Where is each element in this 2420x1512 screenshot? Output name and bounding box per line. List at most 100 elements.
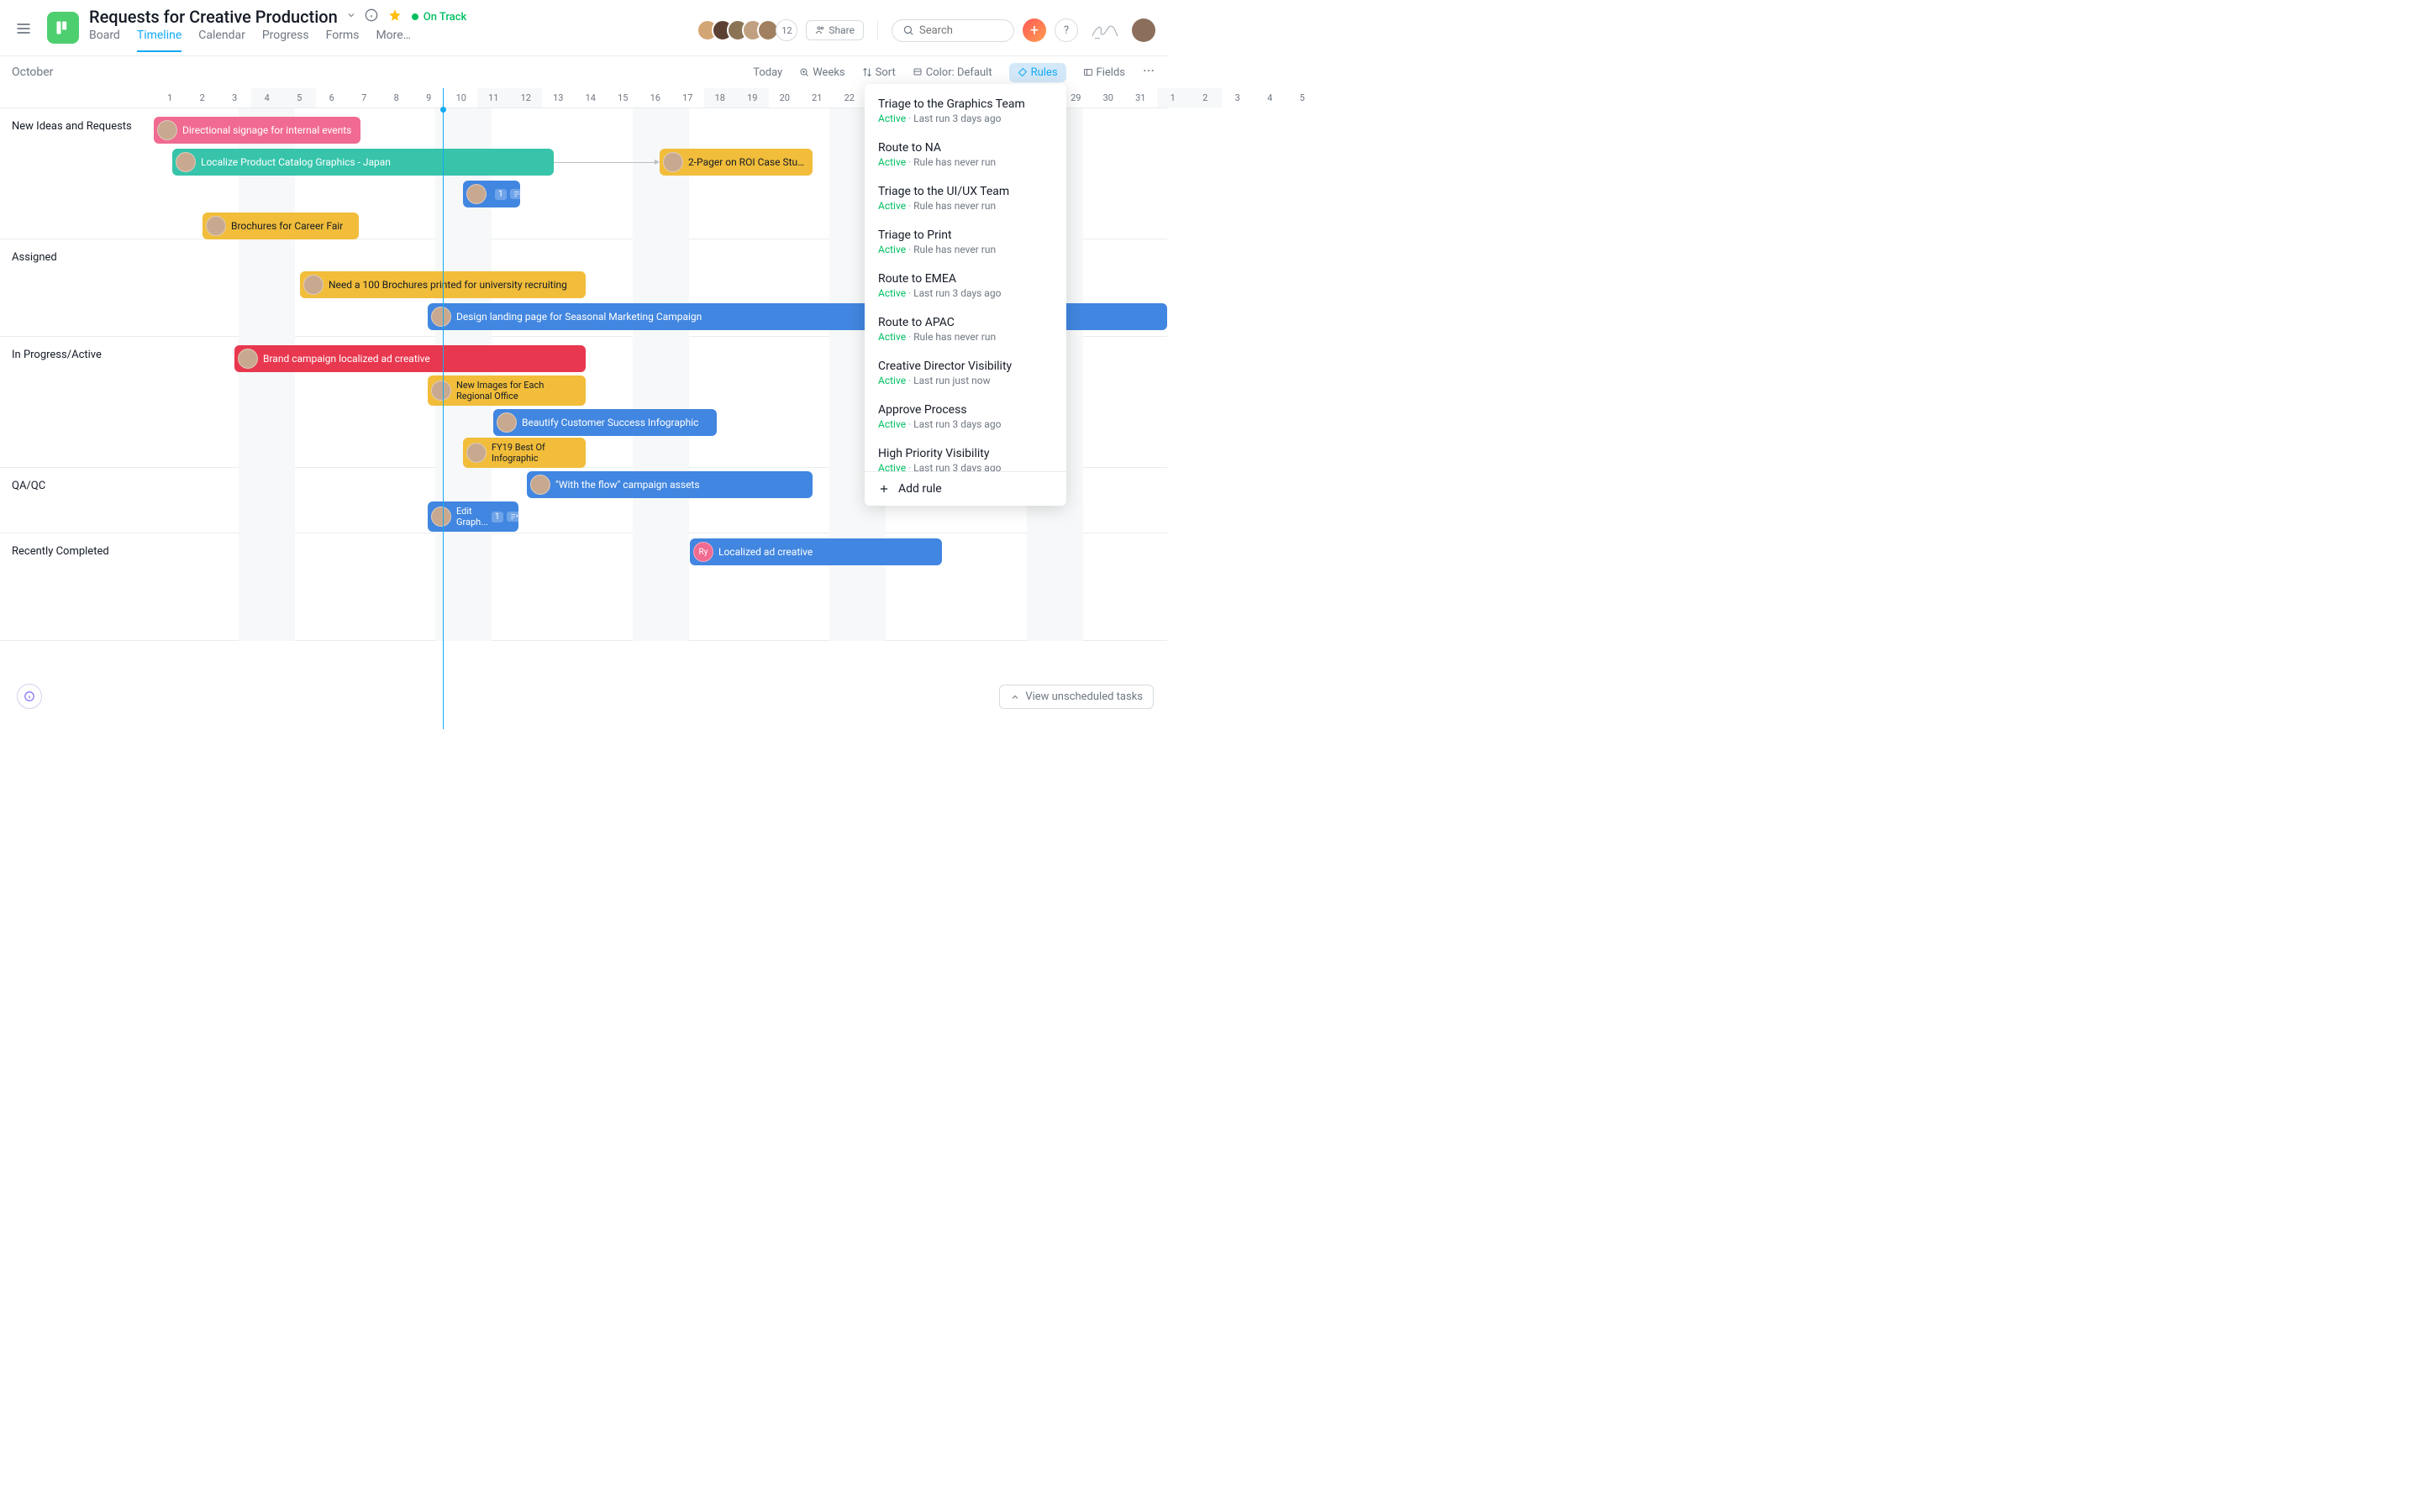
plus-icon [878, 483, 890, 495]
day-col: 5 [283, 88, 316, 108]
user-avatar[interactable] [1132, 18, 1155, 42]
task-bar[interactable]: FY19 Best Of Infographic [463, 438, 586, 468]
task-label: 2-Pager on ROI Case Study [688, 156, 806, 168]
rule-time: Last run 3 days ago [913, 462, 1001, 471]
menu-toggle[interactable] [15, 20, 32, 37]
task-badge [507, 512, 518, 522]
project-title[interactable]: Requests for Creative Production [89, 7, 338, 27]
assignee-avatar [663, 152, 683, 172]
task-label: Localized ad creative [718, 546, 813, 558]
day-col: 31 [1124, 88, 1157, 108]
task-label: Localize Product Catalog Graphics - Japa… [201, 156, 391, 168]
sort-button[interactable]: Sort [862, 66, 896, 79]
assignee-avatar [176, 152, 196, 172]
task-bar[interactable]: Brochures for Career Fair [203, 213, 359, 239]
day-col: 17 [671, 88, 704, 108]
tab-board[interactable]: Board [89, 29, 120, 50]
day-col: 1 [1157, 88, 1190, 108]
section-label[interactable]: Assigned [12, 251, 57, 264]
rule-item[interactable]: Route to APACActive · Rule has never run [865, 307, 1066, 351]
section-label[interactable]: In Progress/Active [12, 349, 102, 361]
rule-status: Active [878, 462, 906, 471]
day-col: 15 [607, 88, 639, 108]
task-bar[interactable]: Brand campaign localized ad creative [234, 345, 586, 372]
task-bar[interactable]: New Images for Each Regional Office [428, 375, 586, 406]
assignee-avatar [431, 507, 451, 527]
tab-calendar[interactable]: Calendar [198, 29, 245, 50]
view-unscheduled-button[interactable]: View unscheduled tasks [999, 685, 1154, 709]
assignee-avatar [497, 412, 517, 433]
workspace-logo[interactable] [1086, 15, 1123, 45]
rule-status: Active [878, 200, 906, 212]
today-button[interactable]: Today [753, 66, 782, 79]
search-input[interactable] [892, 19, 1014, 42]
more-icon[interactable] [1142, 64, 1155, 81]
task-bar[interactable]: Directional signage for internal events [154, 117, 360, 144]
task-bar[interactable]: Beautify Customer Success Infographic [493, 409, 717, 436]
day-col: 18 [704, 88, 737, 108]
zoom-selector[interactable]: Weeks [799, 66, 844, 79]
day-col: 30 [1092, 88, 1125, 108]
rule-item[interactable]: Creative Director VisibilityActive · Las… [865, 351, 1066, 395]
today-marker [443, 88, 444, 729]
rule-status: Active [878, 113, 906, 124]
rule-time: Last run just now [913, 375, 990, 386]
info-pill-button[interactable] [17, 684, 42, 709]
rule-name: Triage to the UI/UX Team [878, 185, 1053, 198]
day-col: 16 [639, 88, 672, 108]
share-button[interactable]: Share [806, 20, 864, 40]
rule-time: Last run 3 days ago [913, 418, 1001, 430]
assignee-avatar [466, 443, 487, 463]
rule-item[interactable]: Triage to the UI/UX TeamActive · Rule ha… [865, 176, 1066, 220]
rule-item[interactable]: Route to NAActive · Rule has never run [865, 133, 1066, 176]
add-rule-button[interactable]: Add rule [865, 471, 1066, 506]
day-col: 11 [477, 88, 510, 108]
task-bar[interactable]: B fo1 [463, 181, 520, 207]
task-bar[interactable]: 2-Pager on ROI Case Study [660, 149, 813, 176]
member-avatars[interactable]: 12 [703, 19, 797, 41]
rules-button[interactable]: Rules [1009, 63, 1066, 82]
task-bar[interactable]: Localize Product Catalog Graphics - Japa… [172, 149, 554, 176]
rule-item[interactable]: Approve ProcessActive · Last run 3 days … [865, 395, 1066, 438]
section-label[interactable]: QA/QC [12, 480, 45, 492]
day-col: 9 [413, 88, 445, 108]
rule-name: High Priority Visibility [878, 447, 1053, 460]
info-icon[interactable] [365, 8, 378, 25]
rule-item[interactable]: High Priority VisibilityActive · Last ru… [865, 438, 1066, 471]
star-icon[interactable] [388, 8, 402, 25]
day-col: 19 [736, 88, 769, 108]
add-button[interactable]: + [1023, 18, 1046, 42]
rule-status: Active [878, 156, 906, 168]
section-label[interactable]: Recently Completed [12, 545, 109, 558]
tab-progress[interactable]: Progress [262, 29, 309, 50]
rule-time: Last run 3 days ago [913, 113, 1001, 124]
status-text[interactable]: On Track [424, 11, 467, 24]
rule-item[interactable]: Triage to the Graphics TeamActive · Last… [865, 89, 1066, 133]
rule-item[interactable]: Route to EMEAActive · Last run 3 days ag… [865, 264, 1066, 307]
assignee-avatar [466, 184, 487, 204]
fields-icon [1083, 67, 1093, 77]
task-bar[interactable]: "With the flow" campaign assets [527, 471, 813, 498]
rules-icon [1018, 67, 1028, 77]
month-label: October [12, 66, 53, 79]
section-label[interactable]: New Ideas and Requests [12, 120, 132, 133]
task-bar[interactable]: Edit Graph...1 [428, 501, 518, 532]
help-button[interactable]: ? [1055, 18, 1078, 42]
day-col: 12 [510, 88, 543, 108]
assignee-avatar [157, 120, 177, 140]
today-dot [440, 107, 446, 113]
project-icon [47, 12, 79, 44]
rule-status: Active [878, 244, 906, 255]
fields-button[interactable]: Fields [1083, 66, 1125, 79]
tab-timeline[interactable]: Timeline [137, 29, 182, 52]
rule-item[interactable]: Triage to PrintActive · Rule has never r… [865, 220, 1066, 264]
rule-status: Active [878, 331, 906, 343]
chevron-down-icon[interactable] [346, 10, 356, 24]
color-button[interactable]: Color: Default [913, 66, 992, 79]
rule-time: Last run 3 days ago [913, 287, 1001, 299]
task-bar[interactable]: RyLocalized ad creative [690, 538, 942, 565]
day-col: 5 [1286, 88, 1319, 108]
tab-forms[interactable]: Forms [326, 29, 360, 50]
task-label: Directional signage for internal events [182, 124, 351, 136]
tab-more[interactable]: More… [376, 29, 411, 50]
